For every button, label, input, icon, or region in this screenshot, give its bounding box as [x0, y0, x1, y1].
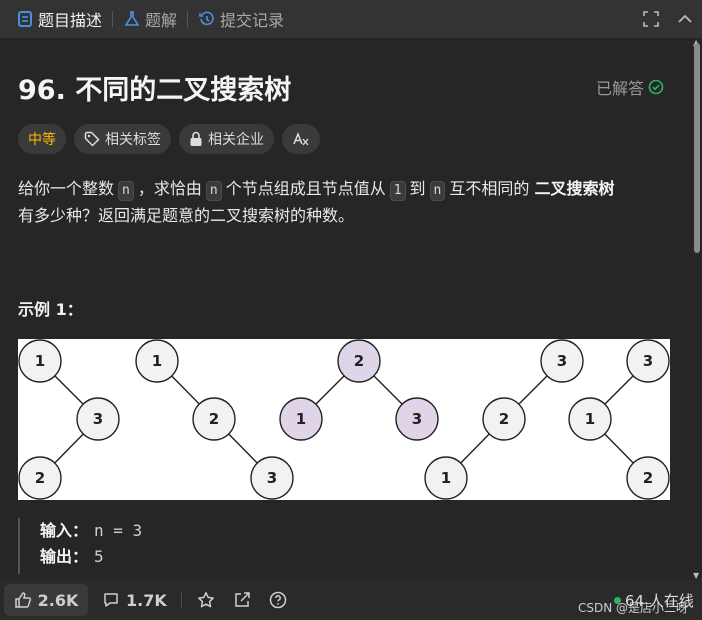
- comments-button[interactable]: 1.7K: [94, 584, 175, 616]
- panel-controls: [634, 0, 702, 38]
- svg-text:2: 2: [354, 352, 364, 370]
- tag-icon: [84, 131, 100, 147]
- desc-bold-term: 二叉搜索树: [534, 179, 615, 198]
- scrollbar-thumb[interactable]: [694, 43, 700, 253]
- tree-node: 1: [135, 339, 179, 383]
- tree-node: 1: [568, 397, 612, 441]
- document-icon: [16, 10, 34, 28]
- problem-description-panel: 96. 不同的二叉搜索树 已解答 中等 相关标签 相关企业 给你一个整数 n ，求恰…: [0, 38, 692, 580]
- tab-submissions[interactable]: 提交记录: [198, 0, 284, 38]
- collapse-chevron-up-icon[interactable]: [668, 0, 702, 38]
- related-tags-button[interactable]: 相关标签: [74, 124, 171, 154]
- tree-node: 3: [76, 397, 120, 441]
- tree-node: 3: [540, 339, 584, 383]
- example-output: 输出： 5: [40, 544, 142, 570]
- input-label: 输入：: [40, 521, 89, 540]
- tree-node: 2: [18, 456, 62, 500]
- tab-divider: [187, 11, 189, 27]
- tree-node: 3: [250, 456, 294, 500]
- tree-node: 2: [482, 397, 526, 441]
- solved-status: 已解答: [596, 75, 664, 99]
- output-label: 输出：: [40, 547, 89, 566]
- related-companies-label: 相关企业: [208, 132, 264, 148]
- tree-node: 2: [192, 397, 236, 441]
- like-button[interactable]: 2.6K: [4, 584, 88, 616]
- svg-text:2: 2: [209, 410, 219, 428]
- example-input: 输入： n = 3: [40, 518, 142, 544]
- tab-description-label: 题目描述: [38, 11, 103, 30]
- example-io-block: 输入： n = 3 输出： 5: [18, 518, 142, 574]
- example-heading: 示例 1：: [18, 300, 83, 319]
- svg-text:1: 1: [296, 410, 306, 428]
- help-question-icon[interactable]: [260, 584, 296, 616]
- desc-text: 个节点组成且节点值从: [225, 179, 386, 198]
- desc-text: ，求恰由: [137, 179, 202, 198]
- svg-text:3: 3: [267, 469, 277, 487]
- comment-count: 1.7K: [126, 590, 167, 610]
- output-value: 5: [94, 547, 104, 566]
- scroll-down-arrow-icon[interactable]: ▼: [693, 571, 699, 580]
- inline-code-n: n: [205, 181, 222, 201]
- svg-text:1: 1: [35, 352, 45, 370]
- desc-text: 给你一个整数: [18, 179, 115, 198]
- solved-label: 已解答: [596, 79, 645, 98]
- desc-text: 有多少种？返回满足题意的二叉搜索树的种数。: [18, 206, 355, 225]
- like-count: 2.6K: [37, 590, 79, 610]
- tree-node: 1: [18, 339, 62, 383]
- tab-solutions-label: 题解: [145, 11, 178, 30]
- tab-submissions-label: 提交记录: [220, 11, 285, 30]
- share-external-icon[interactable]: [224, 584, 260, 616]
- history-icon: [198, 10, 216, 28]
- related-tags-label: 相关标签: [105, 132, 161, 148]
- favorite-star-icon[interactable]: [188, 584, 224, 616]
- tab-divider: [112, 11, 114, 27]
- tree-node: 2: [626, 456, 670, 500]
- svg-text:2: 2: [35, 469, 45, 487]
- bst-example-figure: 1 3 2 1 2 3 2 1 3 3 2 1 3 1 2: [18, 339, 670, 500]
- action-divider: [180, 591, 182, 609]
- difficulty-badge[interactable]: 中等: [18, 124, 66, 154]
- inline-code-n: n: [118, 181, 134, 201]
- svg-text:2: 2: [499, 410, 509, 428]
- problem-title: 96. 不同的二叉搜索树: [18, 75, 292, 106]
- svg-text:1: 1: [152, 352, 162, 370]
- problem-tab-bar: 题目描述 题解 提交记录: [0, 0, 702, 38]
- desc-text: 到: [409, 179, 426, 198]
- svg-text:3: 3: [643, 352, 653, 370]
- watermark: CSDN @是店小二呀: [578, 601, 689, 615]
- thumbs-up-icon: [14, 592, 31, 608]
- tree-node-highlighted: 1: [279, 397, 323, 441]
- comment-icon: [104, 593, 118, 607]
- tree-node: 1: [424, 456, 468, 500]
- tree-node-highlighted: 2: [337, 339, 381, 383]
- svg-text:1: 1: [585, 410, 595, 428]
- desc-text: 互不相同的: [449, 179, 530, 198]
- svg-text:3: 3: [412, 410, 422, 428]
- translate-icon: [293, 131, 309, 146]
- tab-solutions[interactable]: 题解: [123, 0, 177, 38]
- tab-description[interactable]: 题目描述: [16, 0, 102, 38]
- translate-button[interactable]: [282, 124, 320, 154]
- related-companies-button[interactable]: 相关企业: [179, 124, 274, 154]
- svg-text:3: 3: [557, 352, 567, 370]
- fullscreen-icon[interactable]: [634, 0, 668, 38]
- svg-text:1: 1: [441, 469, 451, 487]
- tag-row: 中等 相关标签 相关企业: [18, 124, 328, 154]
- svg-text:3: 3: [93, 410, 103, 428]
- input-value: n = 3: [94, 521, 143, 540]
- svg-text:2: 2: [643, 469, 653, 487]
- tree-node: 3: [626, 339, 670, 383]
- vertical-scrollbar[interactable]: ▲ ▼: [692, 38, 702, 580]
- check-circle-icon: [648, 79, 664, 95]
- flask-icon: [123, 10, 141, 28]
- tree-node-highlighted: 3: [395, 397, 439, 441]
- inline-code-n: n: [429, 181, 446, 201]
- problem-statement: 给你一个整数 n ，求恰由 n 个节点组成且节点值从 1 到 n 互不相同的 二叉搜索树 有多少种…: [18, 175, 678, 229]
- lock-icon: [190, 131, 202, 146]
- inline-code-1: 1: [389, 181, 406, 201]
